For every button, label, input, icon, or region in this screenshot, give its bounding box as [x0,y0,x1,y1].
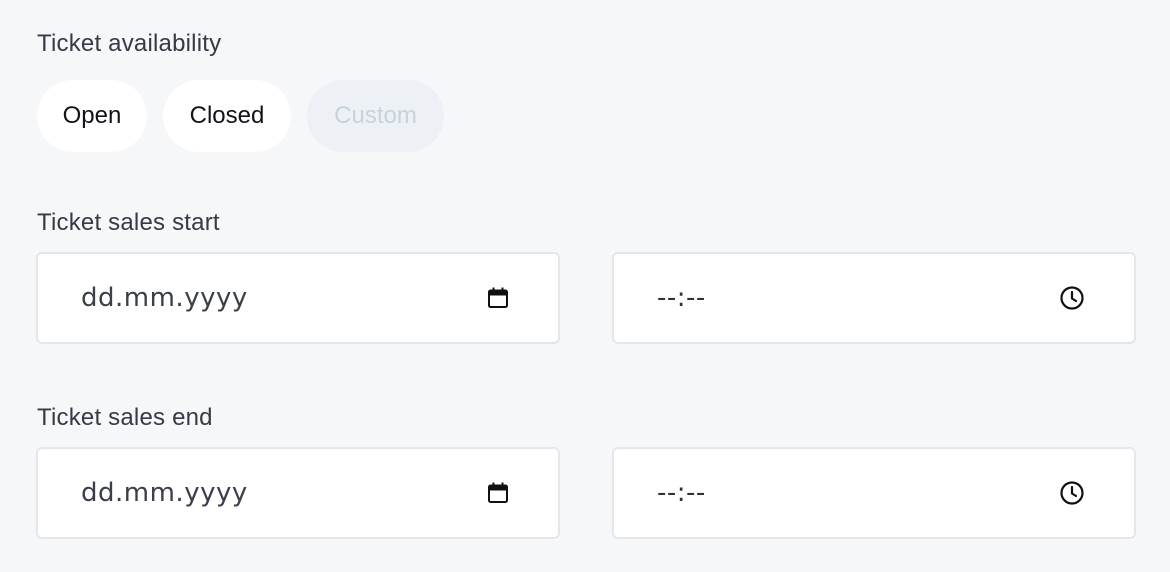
clock-icon[interactable] [1058,479,1086,507]
sales-start-date-placeholder: dd.mm.yyyy [81,283,248,313]
open-option-button[interactable]: Open [37,80,147,152]
availability-options: Open Closed Custom [37,80,444,152]
sales-end-date-input[interactable]: dd.mm.yyyy [36,447,560,539]
closed-option-button[interactable]: Closed [163,80,291,152]
sales-end-time-input[interactable]: --:-- [612,447,1136,539]
ticket-availability-label: Ticket availability [37,30,222,57]
ticket-sales-end-label: Ticket sales end [37,404,213,431]
ticket-sales-start-label: Ticket sales start [37,209,220,236]
calendar-icon[interactable] [484,284,512,312]
sales-start-time-placeholder: --:-- [657,283,706,313]
sales-start-time-input[interactable]: --:-- [612,252,1136,344]
sales-end-time-placeholder: --:-- [657,478,706,508]
clock-icon[interactable] [1058,284,1086,312]
custom-option-button[interactable]: Custom [307,80,444,152]
ticket-settings-form: Ticket availability Open Closed Custom T… [0,0,1170,572]
calendar-icon[interactable] [484,479,512,507]
sales-end-date-placeholder: dd.mm.yyyy [81,478,248,508]
sales-start-date-input[interactable]: dd.mm.yyyy [36,252,560,344]
